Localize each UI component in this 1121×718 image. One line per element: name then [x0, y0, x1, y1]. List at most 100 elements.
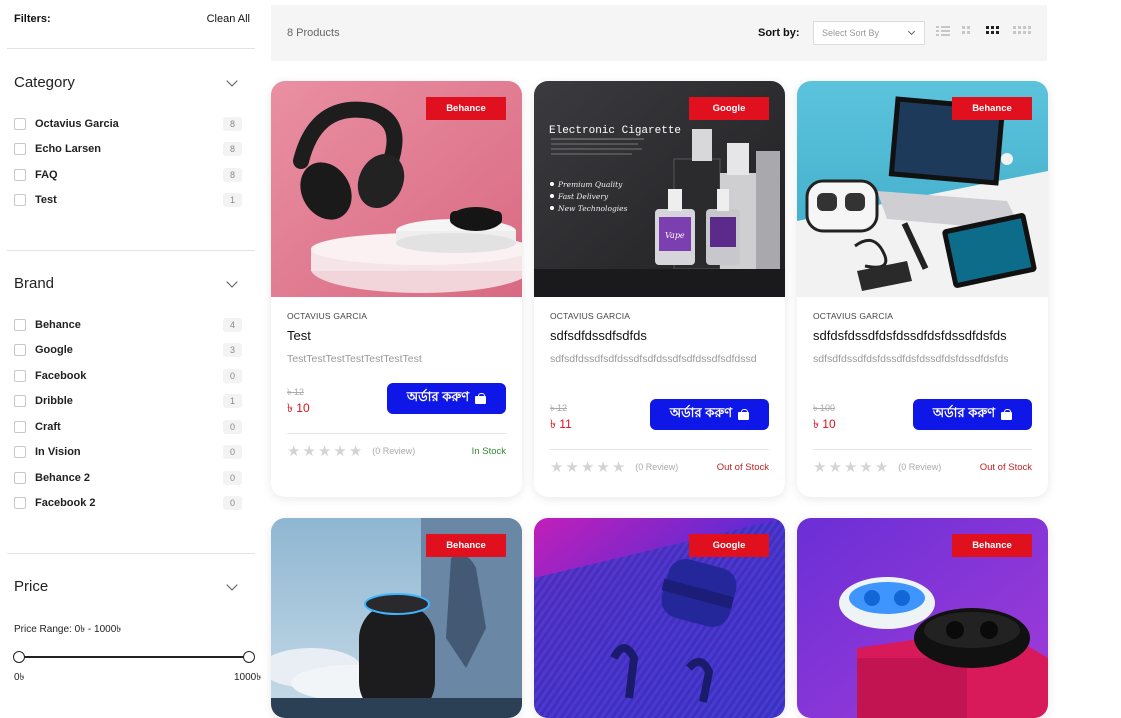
price-slider-max-handle[interactable] [243, 651, 255, 663]
option-count: 1 [223, 394, 242, 409]
product-card[interactable]: Behance [271, 518, 522, 718]
checkbox[interactable] [14, 420, 26, 433]
star-icon: ★ [580, 458, 595, 476]
star-icon: ★ [874, 458, 889, 476]
product-card[interactable]: Behance [797, 518, 1048, 718]
product-card[interactable]: Behance OCTAVIUS GARCIA sdfdsfdssdfdsfds… [797, 81, 1048, 497]
product-card[interactable]: Behance OCTAVIUS GARCIA Test TestTestTes… [271, 81, 522, 497]
checkbox[interactable] [14, 446, 26, 459]
option-label: Dribble [35, 395, 73, 408]
brand-toggle[interactable]: Brand [14, 275, 240, 292]
star-icon: ★ [550, 458, 564, 476]
price-row: ৳ 12 ৳ 10 অর্ডার করুণ [287, 383, 506, 427]
order-button[interactable]: অর্ডার করুণ [913, 399, 1032, 430]
category-option[interactable]: Echo Larsen 8 [14, 137, 242, 163]
brand-option[interactable]: Behance 4 [14, 312, 242, 338]
brand-option[interactable]: Facebook 0 [14, 363, 242, 389]
product-card[interactable]: Google [534, 518, 785, 718]
price-range-text: Price Range: 0৳ - 1000৳ [14, 624, 122, 635]
price-toggle[interactable]: Price [14, 578, 240, 595]
brand-option[interactable]: Dribble 1 [14, 389, 242, 415]
star-icon: ★ [348, 442, 363, 460]
option-count: 8 [223, 142, 242, 157]
current-price: ৳ 10 [813, 417, 836, 431]
brand-badge: Google [689, 97, 769, 120]
image-heading: Electronic Cigarette [549, 125, 681, 137]
product-title[interactable]: sdfsdfdssdfsdfds [550, 328, 769, 343]
rating-row: ★ ★ ★ ★ ★ (0 Review) Out of Stock [550, 452, 769, 482]
option-count: 0 [223, 470, 242, 485]
product-title[interactable]: sdfdsfdssdfdsfdssdfdsfdssdfdsfds [813, 328, 1032, 343]
list-view-icon[interactable] [936, 26, 950, 38]
checkbox[interactable] [14, 369, 26, 382]
brand-option[interactable]: Google 3 [14, 338, 242, 364]
product-image[interactable]: Google [534, 518, 785, 718]
product-title[interactable]: Test [287, 328, 506, 343]
product-image[interactable]: Behance [797, 81, 1048, 297]
chevron-down-icon [907, 27, 916, 36]
product-card[interactable]: Electronic Cigarette Premium Quality Fas… [534, 81, 785, 497]
category-option[interactable]: Octavius Garcia 8 [14, 111, 242, 137]
sort-select[interactable]: Select Sort By [813, 21, 925, 45]
checkbox[interactable] [14, 395, 26, 408]
grid-4-view-icon[interactable] [1013, 26, 1031, 38]
product-image[interactable]: Electronic Cigarette Premium Quality Fas… [534, 81, 785, 297]
order-button[interactable]: অর্ডার করুণ [387, 383, 506, 414]
rating-row: ★ ★ ★ ★ ★ (0 Review) In Stock [287, 436, 506, 466]
star-icon: ★ [317, 442, 332, 460]
checkbox[interactable] [14, 168, 26, 181]
checkbox[interactable] [14, 117, 26, 130]
image-bullet: Premium Quality [557, 180, 623, 189]
price-slider-min-handle[interactable] [13, 651, 25, 663]
checkbox[interactable] [14, 344, 26, 357]
rating-stars: ★ ★ ★ ★ ★ [550, 460, 625, 475]
option-label: Craft [35, 420, 61, 433]
brand-option[interactable]: Craft 0 [14, 414, 242, 440]
checkbox[interactable] [14, 143, 26, 156]
star-icon: ★ [596, 458, 610, 476]
brand-list: Behance 4 Google 3 Facebook 0 Dribble 1 … [14, 312, 242, 516]
checkbox[interactable] [14, 194, 26, 207]
star-icon: ★ [828, 458, 842, 476]
order-button[interactable]: অর্ডার করুণ [650, 399, 769, 430]
order-button-label: অর্ডার করুণ [406, 389, 470, 404]
star-icon: ★ [302, 442, 316, 460]
option-label: Echo Larsen [35, 143, 102, 156]
category-option[interactable]: FAQ 8 [14, 162, 242, 188]
checkbox[interactable] [14, 318, 26, 331]
brand-option[interactable]: Behance 2 0 [14, 465, 242, 491]
shopping-bag-icon [738, 409, 750, 420]
option-count: 0 [223, 496, 242, 511]
option-label: Behance [35, 318, 81, 331]
product-image[interactable]: Behance [797, 518, 1048, 718]
star-icon: ★ [859, 458, 873, 476]
category-option[interactable]: Test 1 [14, 188, 242, 214]
price-max-label: 1000৳ [234, 672, 262, 683]
brand-option[interactable]: Facebook 2 0 [14, 491, 242, 517]
product-image[interactable]: Behance [271, 518, 522, 718]
option-label: Octavius Garcia [35, 117, 119, 130]
option-label: Facebook [35, 369, 87, 382]
checkbox[interactable] [14, 497, 26, 510]
clean-all-link[interactable]: Clean All [207, 13, 250, 25]
image-bullet: Fast Delivery [557, 192, 609, 201]
price-slider-track[interactable] [19, 656, 249, 658]
product-description: sdfsdfdssdfsdfdssdfsdfdssdfsdfdssdfsdfds… [550, 353, 757, 365]
brand-badge: Behance [952, 97, 1032, 120]
grid-2-view-icon[interactable] [962, 26, 972, 38]
product-count: 8 Products [287, 27, 340, 39]
chevron-down-icon [226, 74, 238, 87]
grid-3-view-icon[interactable] [986, 26, 999, 38]
category-toggle[interactable]: Category [14, 74, 240, 91]
brand-option[interactable]: In Vision 0 [14, 440, 242, 466]
sort-label: Sort by: [758, 27, 800, 39]
star-icon: ★ [333, 442, 347, 460]
product-image[interactable]: Behance [271, 81, 522, 297]
shopping-bag-icon [475, 393, 487, 404]
option-label: In Vision [35, 446, 81, 459]
star-icon: ★ [565, 458, 579, 476]
checkbox[interactable] [14, 471, 26, 484]
option-count: 1 [223, 193, 242, 208]
brand-badge: Behance [426, 534, 506, 557]
product-description: TestTestTestTestTestTestTest [287, 353, 422, 365]
